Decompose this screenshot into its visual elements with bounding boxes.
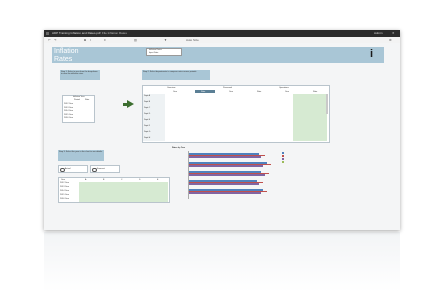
bottom-row-label: 2013 Year <box>60 186 70 188</box>
matrix-row-label[interactable]: Dept C <box>144 107 150 109</box>
step1-text: Step 1: Select a year from the drop-down… <box>61 71 98 76</box>
bottom-row-label: 2015 Year <box>60 194 70 196</box>
app-window: ADP Training Inflation and Rates.pdf Fil… <box>44 30 400 230</box>
matrix-col-header: Rate <box>257 91 262 93</box>
bar-group[interactable] <box>189 180 281 185</box>
bar-group[interactable] <box>189 162 281 167</box>
flow-arrow-stem <box>123 102 128 106</box>
matrix-col-header: Year <box>173 91 178 93</box>
filter-col-period: Period <box>74 99 80 101</box>
filter-row[interactable]: 2014 Year <box>64 110 73 112</box>
matrix-row-label[interactable]: Dept A <box>144 95 150 97</box>
title-bar: ADP Training Inflation and Rates.pdf Fil… <box>44 30 400 37</box>
close-icon[interactable]: ✕ <box>392 30 395 37</box>
tab-file[interactable]: File Inflation Rates <box>102 30 127 37</box>
legend-swatch <box>282 152 284 154</box>
bottom-row-label: 2014 Year <box>60 190 70 192</box>
matrix-group-1: Overview <box>167 87 176 89</box>
top-legend-box: Inflation Rates Input Data <box>146 48 182 56</box>
matrix-scrollbar[interactable] <box>326 94 328 114</box>
sheet-canvas: Inflation Rates Inflation Rates Input Da… <box>44 43 400 230</box>
app-menu-icon[interactable] <box>46 32 49 35</box>
instruction-step3: Step 3: Select the year in the chart to … <box>58 150 104 161</box>
sheet-header: Inflation Rates Inflation Rates Input Da… <box>52 47 384 63</box>
filter-row[interactable]: 2016 Year <box>64 117 73 119</box>
option-forecast[interactable]: Forecast <box>90 165 120 173</box>
window-title: ADP Training Inflation and Rates.pdf <box>52 31 101 35</box>
sheet-title-line1: Inflation <box>54 48 79 55</box>
instruction-step2: Step 2: Select departments to compare ra… <box>142 70 210 80</box>
chart-legend <box>282 152 286 166</box>
legend-swatch <box>282 161 284 163</box>
step3-text: Step 3: Select the year in the chart to … <box>59 151 103 153</box>
matrix-row-label[interactable]: Dept G <box>144 131 150 133</box>
info-icon[interactable]: i <box>370 49 373 60</box>
bar-purple[interactable] <box>189 156 261 158</box>
matrix-green-block <box>293 94 327 141</box>
bar-purple[interactable] <box>189 183 259 185</box>
legend-swatch <box>282 155 284 157</box>
matrix-group-2: Personnel <box>223 87 233 89</box>
option-actual[interactable]: Actual <box>58 165 88 173</box>
bar-purple[interactable] <box>189 165 263 167</box>
user-label[interactable]: Admin <box>374 30 383 37</box>
matrix-row-label[interactable]: Dept D <box>144 113 150 115</box>
bottom-col-header: Year <box>61 178 66 181</box>
bar-purple[interactable] <box>189 192 261 194</box>
bottom-table: Year A B C D E 2012 Year 2013 Year 2014 … <box>58 177 170 203</box>
chart-title: Rates by Year <box>172 147 186 149</box>
sheet-title-line2: Rates <box>54 56 73 63</box>
filter-table: Inflation Year Period Rate 2012 Year 201… <box>62 95 95 123</box>
matrix-col-header: Year <box>229 91 234 93</box>
rates-chart: Rates by Year <box>166 147 286 207</box>
bottom-green-block <box>79 181 168 202</box>
legend-swatch <box>282 158 284 160</box>
matrix-row-label[interactable]: Dept F <box>144 125 150 127</box>
matrix-row-label[interactable]: Dept E <box>144 119 150 121</box>
chart-plot-area <box>188 151 281 199</box>
legend-item-2: Input Data <box>149 51 159 54</box>
filter-row[interactable]: 2013 Year <box>64 107 73 109</box>
bottom-row-label: 2012 Year <box>60 182 70 184</box>
filter-col-rate: Rate <box>85 99 90 101</box>
filter-row[interactable]: 2012 Year <box>64 103 73 105</box>
matrix-group-3: Operations <box>279 87 289 89</box>
window-reflection <box>44 232 400 292</box>
instruction-step1: Step 1: Select a year from the drop-down… <box>60 70 100 80</box>
option-actual-label: Actual <box>65 167 71 170</box>
matrix-col-header: Rate <box>201 91 206 93</box>
flow-arrow-icon <box>127 100 134 108</box>
radio-icon <box>60 167 65 172</box>
radio-icon <box>92 167 97 172</box>
department-matrix: Overview Personnel Operations Year Rate … <box>142 85 330 143</box>
filter-row[interactable]: 2015 Year <box>64 114 73 116</box>
matrix-row-label[interactable]: Dept B <box>144 101 150 103</box>
step2-text: Step 2: Select departments to compare ra… <box>143 71 197 73</box>
matrix-col-header: Year <box>285 91 290 93</box>
bar-group[interactable] <box>189 153 281 158</box>
bar-purple[interactable] <box>189 174 265 176</box>
matrix-row-label[interactable]: Dept H <box>144 137 150 139</box>
bar-group[interactable] <box>189 171 281 176</box>
bottom-row-label: 2016 Year <box>60 198 70 200</box>
bar-group[interactable] <box>189 189 281 194</box>
option-forecast-label: Forecast <box>97 167 105 170</box>
